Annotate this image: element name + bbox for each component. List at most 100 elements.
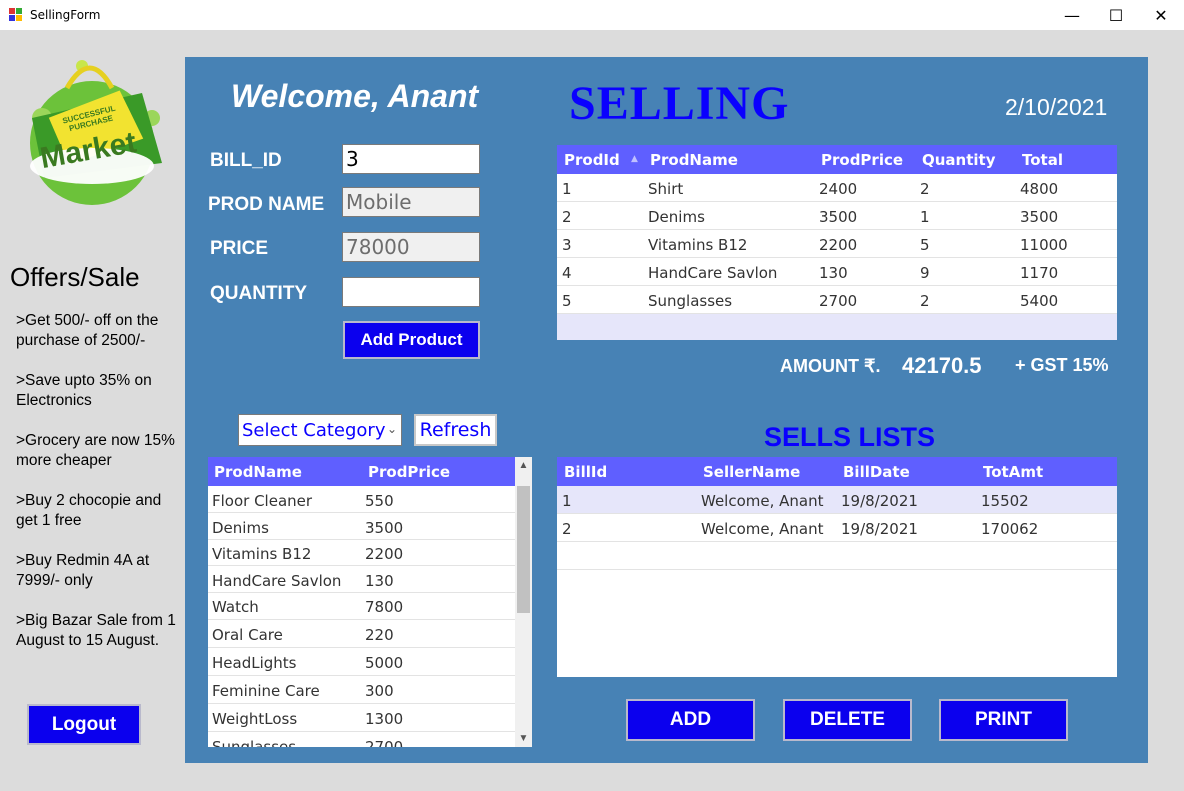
cell: 170062	[981, 520, 1039, 538]
sells-list-title: SELLS LISTS	[764, 422, 936, 452]
sells-grid: BillId SellerName BillDate TotAmt 1 Welc…	[557, 457, 1117, 677]
cell: 2	[562, 208, 572, 226]
offer-item: >Big Bazar Sale from 1 August to 15 Augu…	[16, 612, 176, 649]
table-row[interactable]: 2 Denims 3500 1 3500	[557, 202, 1117, 230]
table-row[interactable]: Denims 3500	[208, 513, 515, 540]
delete-button[interactable]: DELETE	[783, 699, 912, 741]
product-grid: ProdName ProdPrice Floor Cleaner 550 Deni…	[208, 457, 515, 747]
column-header[interactable]: ProdName	[214, 463, 302, 481]
column-header[interactable]: ProdPrice	[368, 463, 450, 481]
quantity-input[interactable]	[342, 277, 480, 307]
gst-label: + GST 15%	[1015, 355, 1109, 375]
product-grid-header: ProdName ProdPrice	[208, 457, 515, 486]
cell: 5	[920, 236, 930, 254]
column-header[interactable]: BillDate	[843, 463, 910, 481]
offer-item: >Buy Redmin 4A at 7999/- only	[16, 552, 150, 589]
cell: 2700	[819, 292, 858, 310]
add-product-button[interactable]: Add Product	[343, 321, 480, 359]
table-row[interactable]: 1 Shirt 2400 2 4800	[557, 174, 1117, 202]
scrollbar-thumb[interactable]	[517, 486, 530, 613]
sells-grid-header: BillId SellerName BillDate TotAmt	[557, 457, 1117, 486]
empty-row[interactable]	[557, 542, 1117, 570]
column-header[interactable]: TotAmt	[983, 463, 1043, 481]
cell: 130	[819, 264, 848, 282]
column-header[interactable]: SellerName	[703, 463, 800, 481]
cell: 1170	[1020, 264, 1059, 282]
cell: Welcome, Anant	[701, 520, 824, 538]
cell: Floor Cleaner	[212, 492, 313, 510]
column-header[interactable]: Total	[1022, 151, 1063, 169]
table-row[interactable]: 2 Welcome, Anant 19/8/2021 170062	[557, 514, 1117, 542]
cell: Sunglasses	[212, 738, 297, 747]
cell: WeightLoss	[212, 710, 298, 728]
cell: Watch	[212, 598, 259, 616]
column-header[interactable]: ProdId	[564, 151, 620, 169]
column-header[interactable]: ProdPrice	[821, 151, 903, 169]
logout-button[interactable]: Logout	[27, 704, 141, 745]
app-icon	[9, 8, 23, 22]
welcome-text: Welcome, Anant	[231, 78, 479, 114]
bill-id-input[interactable]: 3	[342, 144, 480, 174]
cell: HeadLights	[212, 654, 297, 672]
amount-value: 42170.5	[902, 353, 982, 378]
cell: 550	[365, 492, 394, 510]
table-row[interactable]: Vitamins B12 2200	[208, 540, 515, 566]
cell: 9	[920, 264, 930, 282]
category-select[interactable]: Select Category ⌄	[238, 414, 402, 446]
close-button[interactable]: ✕	[1138, 0, 1184, 30]
table-row[interactable]: 4 HandCare Savlon 130 9 1170	[557, 258, 1117, 286]
table-row[interactable]: 3 Vitamins B12 2200 5 11000	[557, 230, 1117, 258]
cell: 2	[920, 180, 930, 198]
column-header[interactable]: Quantity	[922, 151, 996, 169]
table-row[interactable]: 1 Welcome, Anant 19/8/2021 15502	[557, 486, 1117, 514]
add-button[interactable]: ADD	[626, 699, 755, 741]
refresh-button[interactable]: Refresh	[414, 414, 497, 446]
cell: 5000	[365, 654, 404, 672]
cell: Oral Care	[212, 626, 283, 644]
table-row[interactable]: WeightLoss 1300	[208, 704, 515, 732]
table-row[interactable]: HeadLights 5000	[208, 648, 515, 676]
table-row[interactable]: Watch 7800	[208, 593, 515, 620]
cell: 7800	[365, 598, 404, 616]
table-row[interactable]: HandCare Savlon 130	[208, 566, 515, 593]
minimize-button[interactable]: —	[1049, 0, 1095, 30]
cell: 1300	[365, 710, 404, 728]
price-input[interactable]: 78000	[342, 232, 480, 262]
quantity-label: QUANTITY	[210, 283, 308, 304]
table-row[interactable]: Sunglasses 2700	[208, 732, 515, 747]
print-button[interactable]: PRINT	[939, 699, 1068, 741]
table-row[interactable]: 5 Sunglasses 2700 2 5400	[557, 286, 1117, 314]
current-date: 2/10/2021	[1005, 94, 1108, 120]
cell: Denims	[212, 519, 269, 537]
table-row[interactable]: Oral Care 220	[208, 620, 515, 648]
table-row[interactable]: Floor Cleaner 550	[208, 486, 515, 513]
cell: 4	[562, 264, 572, 282]
cell: 1	[562, 180, 572, 198]
cell: HandCare Savlon	[212, 572, 342, 590]
chevron-down-icon: ⌄	[386, 422, 397, 436]
prod-name-input[interactable]: Mobile	[342, 187, 480, 217]
cell: 2	[920, 292, 930, 310]
column-header[interactable]: BillId	[564, 463, 607, 481]
maximize-button[interactable]: ☐	[1093, 0, 1139, 30]
cell: Feminine Care	[212, 682, 320, 700]
cell: 2200	[365, 545, 404, 563]
cell: 3500	[1020, 208, 1059, 226]
page-title: SELLING	[569, 77, 790, 130]
cell: 2	[562, 520, 572, 538]
column-header[interactable]: ProdName	[650, 151, 738, 169]
cell: 220	[365, 626, 394, 644]
cell: 5	[562, 292, 572, 310]
cell: 300	[365, 682, 394, 700]
amount-label: AMOUNT ₹.	[780, 356, 881, 376]
cell: 1	[562, 492, 572, 510]
scroll-up-icon[interactable]: ▲	[515, 457, 532, 474]
new-row[interactable]	[557, 314, 1117, 340]
cell: 2700	[365, 738, 404, 747]
scroll-down-icon[interactable]: ▼	[515, 730, 532, 747]
product-grid-scrollbar[interactable]: ▲ ▼	[515, 457, 532, 747]
market-logo: SUCCESSFUL PURCHASE Market	[12, 48, 170, 210]
offer-item: >Grocery are now 15% more cheaper	[16, 432, 175, 469]
table-row[interactable]: Feminine Care 300	[208, 676, 515, 704]
cell: Vitamins B12	[648, 236, 748, 254]
